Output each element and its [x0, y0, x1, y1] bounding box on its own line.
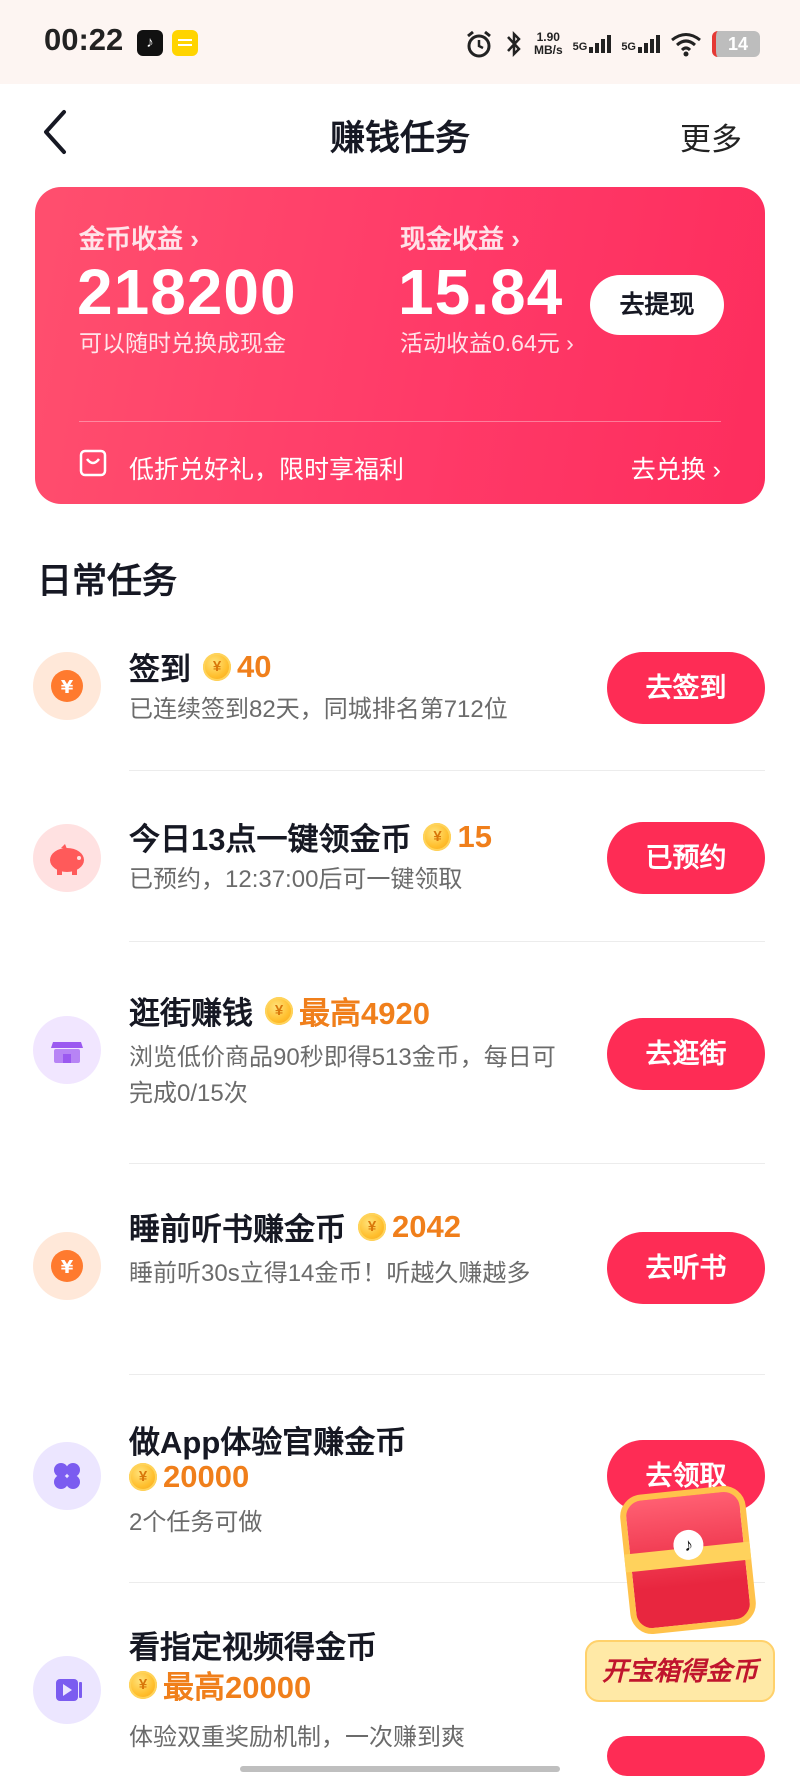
- earnings-card: 金币收益 › 218200 可以随时兑换成现金 现金收益 › 15.84 活动收…: [35, 187, 765, 504]
- battery-icon: 14: [712, 31, 760, 57]
- tiktok-notification-icon: ♪: [137, 30, 163, 56]
- cash-earnings-label[interactable]: 现金收益 ›: [400, 219, 520, 256]
- alarm-icon: [467, 30, 491, 58]
- gold-coin-icon: ¥: [358, 1212, 386, 1241]
- task-reward: 40: [237, 648, 272, 684]
- coin-earnings-subtitle: 可以随时兑换成现金: [79, 330, 286, 356]
- status-bar: 00:22 ♪ 1.90 MB/s 5G 5G 14: [0, 0, 800, 84]
- yuan-coin-icon: ¥: [33, 652, 101, 720]
- bluetooth-icon: [507, 30, 521, 58]
- divider: [129, 1374, 765, 1375]
- shopping-bag-icon: [79, 449, 107, 477]
- wifi-icon: [671, 33, 701, 57]
- reserved-button[interactable]: 已预约: [607, 822, 765, 894]
- svg-text:¥: ¥: [61, 677, 74, 698]
- card-divider: [79, 421, 721, 422]
- task-title: 签到 ¥ 40: [129, 648, 272, 688]
- redeem-link[interactable]: 去兑换 ›: [631, 450, 721, 486]
- app-grid-icon: [33, 1442, 101, 1510]
- go-shopping-button[interactable]: 去逛街: [607, 1018, 765, 1090]
- task-reward-line: ¥ 20000: [117, 1459, 249, 1495]
- treasure-label[interactable]: 开宝箱得金币: [585, 1640, 775, 1702]
- divider: [129, 770, 765, 771]
- task-reward: 最高20000: [163, 1670, 312, 1705]
- coin-earnings-label[interactable]: 金币收益 ›: [79, 219, 199, 256]
- task-description: 已连续签到82天，同城排名第712位: [129, 696, 508, 723]
- treasure-chest-widget[interactable]: ♪ 开宝箱得金币: [585, 1480, 785, 1740]
- notes-notification-icon: [172, 30, 198, 56]
- gold-coin-icon: ¥: [203, 652, 231, 681]
- divider: [129, 1163, 765, 1164]
- svg-text:¥: ¥: [61, 1257, 74, 1278]
- task-reward: 20000: [163, 1459, 250, 1494]
- withdraw-button[interactable]: 去提现: [590, 275, 724, 335]
- more-button[interactable]: 更多: [680, 114, 742, 159]
- signal-2: 5G: [621, 35, 660, 53]
- cash-earnings-value: 15.84: [398, 256, 564, 328]
- gold-coin-icon: ¥: [129, 1670, 157, 1699]
- checkin-button[interactable]: 去签到: [607, 652, 765, 724]
- task-description: 体验双重奖励机制，一次赚到爽: [129, 1724, 465, 1751]
- nav-bar: 赚钱任务 更多: [0, 84, 800, 180]
- signal-bars-icon: [589, 35, 612, 53]
- divider: [129, 941, 765, 942]
- task-title: 睡前听书赚金币 ¥ 2042: [129, 1208, 461, 1248]
- task-description: 已预约，12:37:00后可一键领取: [129, 866, 463, 893]
- home-indicator[interactable]: [240, 1766, 560, 1772]
- status-icons: 1.90 MB/s 5G 5G 14: [464, 24, 760, 64]
- task-description: 浏览低价商品90秒即得513金币，每日可完成0/15次: [129, 1044, 556, 1107]
- piggy-bank-icon: [33, 824, 101, 892]
- promo-text: 低折兑好礼，限时享福利: [129, 456, 405, 484]
- treasure-chest-icon[interactable]: ♪: [618, 1483, 758, 1637]
- gold-coin-icon: ¥: [129, 1463, 157, 1491]
- task-reward: 2042: [392, 1208, 461, 1244]
- shop-icon: [33, 1016, 101, 1084]
- signal-1: 5G: [573, 35, 612, 53]
- task-title: 逛街赚钱 ¥ 最高4920: [129, 988, 430, 1033]
- task-item-audiobook: ¥ 睡前听书赚金币 ¥ 2042 睡前听30s立得14金币！听越久赚越多 去听书: [0, 1180, 800, 1370]
- task-item-checkin: ¥ 签到 ¥ 40 已连续签到82天，同城排名第712位 去签到: [0, 620, 800, 770]
- coin-earnings-value: 218200: [77, 256, 297, 328]
- section-title: 日常任务: [37, 562, 178, 601]
- task-reward: 15: [457, 818, 492, 854]
- listen-book-button[interactable]: 去听书: [607, 1232, 765, 1304]
- signal-bars-icon: [638, 35, 660, 53]
- task-title: 看指定视频得金币: [129, 1630, 377, 1665]
- task-title: 今日13点一键领金币 ¥ 15: [129, 818, 492, 858]
- task-description: 睡前听30s立得14金币！听越久赚越多: [129, 1260, 531, 1287]
- task-description: 2个任务可做: [129, 1509, 263, 1536]
- gold-coin-icon: ¥: [423, 822, 452, 851]
- task-reward: 最高4920: [299, 996, 430, 1031]
- video-icon: [33, 1656, 101, 1724]
- network-speed: 1.90 MB/s: [533, 30, 563, 57]
- status-time: 00:22: [44, 22, 124, 57]
- task-reward-line: ¥ 最高20000: [117, 1662, 311, 1707]
- gold-coin-icon: ¥: [265, 996, 293, 1025]
- task-item-shopping: 逛街赚钱 ¥ 最高4920 浏览低价商品90秒即得513金币，每日可完成0/15…: [0, 960, 800, 1160]
- task-title: 做App体验官赚金币: [129, 1425, 407, 1460]
- task-button-partial[interactable]: [607, 1736, 765, 1776]
- activity-earnings-link[interactable]: 活动收益0.64元 ›: [400, 324, 574, 358]
- yuan-coin-icon: ¥: [33, 1232, 101, 1300]
- task-item-daily-coin: 今日13点一键领金币 ¥ 15 已预约，12:37:00后可一键领取 已预约: [0, 790, 800, 940]
